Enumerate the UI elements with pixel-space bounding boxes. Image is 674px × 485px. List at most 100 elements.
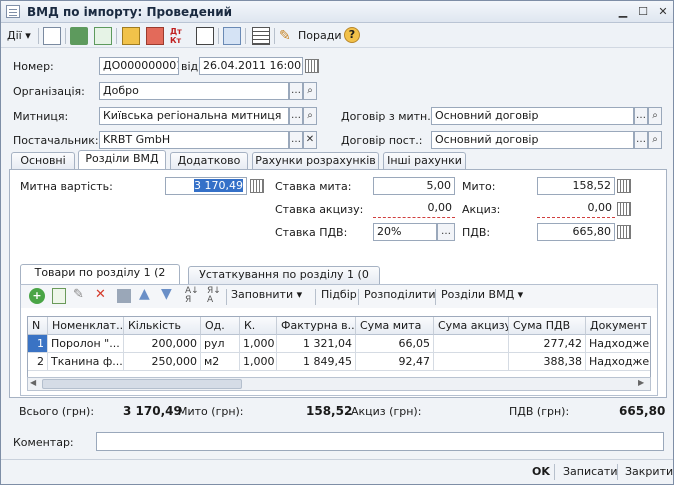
tab-other-accounts[interactable]: Інші рахунки — [383, 152, 466, 170]
duty-rate-label: Ставка мита: — [275, 180, 352, 193]
column-header[interactable]: Сума ПДВ — [509, 317, 586, 335]
cell: 66,05 — [356, 335, 434, 353]
excise-calculator-icon[interactable] — [617, 202, 631, 216]
debit-credit-icon[interactable]: Дт Кт — [170, 27, 188, 45]
close-button[interactable]: Закрити — [625, 465, 673, 478]
scroll-left-icon[interactable]: ◀ — [30, 378, 36, 387]
edit-row-icon[interactable]: ✎ — [73, 287, 84, 302]
column-header[interactable]: Документ ... — [586, 317, 650, 335]
copy-row-icon[interactable] — [52, 288, 66, 304]
maximize-icon[interactable]: ☐ — [635, 5, 651, 19]
sections-menu[interactable]: Розділи ВМД ▾ — [441, 288, 523, 301]
comment-field[interactable] — [96, 432, 664, 451]
customs-contract-search-icon[interactable]: ⌕ — [648, 107, 662, 125]
total-duty-value: 158,52 — [306, 404, 353, 418]
customs-value-calculator-icon[interactable] — [250, 179, 264, 193]
column-header[interactable]: N — [28, 317, 48, 335]
copy-document-icon[interactable] — [94, 27, 112, 45]
table-row[interactable]: 2 Тканина ф... 250,000 м2 1,000 1 849,45… — [28, 353, 650, 371]
scroll-thumb[interactable] — [42, 379, 242, 389]
duty-field[interactable]: 158,52 — [537, 177, 615, 195]
tab-sections[interactable]: Розділи ВМД — [78, 150, 166, 170]
tab-main[interactable]: Основні — [11, 152, 75, 170]
column-header[interactable]: Кількість — [124, 317, 201, 335]
select-button[interactable]: Підбір — [321, 288, 357, 301]
move-up-icon[interactable]: ▲ — [139, 286, 150, 302]
document-icon — [6, 5, 20, 18]
horizontal-scrollbar[interactable]: ◀ ▶ — [27, 377, 651, 391]
supplier-field[interactable]: KRBT GmbH — [99, 131, 289, 149]
customs-value-field[interactable]: 3 170,49 — [165, 177, 247, 195]
supplier-select-button[interactable]: … — [289, 131, 303, 149]
supplier-contract-field[interactable]: Основний договір — [431, 131, 634, 149]
delete-row-icon[interactable]: ✕ — [95, 287, 106, 302]
fill-menu[interactable]: Заповнити ▾ — [231, 288, 302, 301]
post-document-icon[interactable] — [122, 27, 140, 45]
structure-icon[interactable] — [223, 27, 241, 45]
customs-field[interactable]: Київська регіональна митниця — [99, 107, 289, 125]
separator — [435, 289, 436, 305]
unpost-document-icon[interactable] — [146, 27, 164, 45]
sections-panel: Митна вартість: 3 170,49 Ставка мита: 5,… — [9, 169, 667, 398]
scroll-right-icon[interactable]: ▶ — [638, 378, 644, 387]
excise-field[interactable]: 0,00 — [537, 200, 615, 218]
minimize-icon[interactable]: ▁ — [615, 5, 631, 19]
organization-search-icon[interactable]: ⌕ — [303, 82, 317, 100]
vat-calculator-icon[interactable] — [617, 225, 631, 239]
end-edit-icon[interactable] — [117, 289, 131, 303]
main-toolbar: Дії ▾ Дт Кт ✎ Поради ? — [1, 24, 673, 48]
customs-search-icon[interactable]: ⌕ — [303, 107, 317, 125]
customs-select-button[interactable]: … — [289, 107, 303, 125]
customs-contract-field[interactable]: Основний договір — [431, 107, 634, 125]
organization-select-button[interactable]: … — [289, 82, 303, 100]
actions-menu[interactable]: Дії ▾ — [7, 29, 31, 42]
column-header[interactable]: Номенклат... — [48, 317, 124, 335]
cell: Надходжен... — [586, 353, 650, 371]
save-button[interactable]: Записати — [563, 465, 617, 478]
supplier-clear-icon[interactable]: ✕ — [303, 131, 317, 149]
calendar-icon[interactable] — [305, 59, 319, 73]
sort-ascending-icon[interactable]: А↓ Я — [185, 287, 199, 305]
column-header[interactable]: Фактурна в... — [277, 317, 356, 335]
report-icon[interactable] — [196, 27, 214, 45]
help-icon[interactable]: ? — [344, 27, 360, 43]
duty-calculator-icon[interactable] — [617, 179, 631, 193]
tab-additional[interactable]: Додатково — [170, 152, 248, 170]
column-header[interactable]: Од. — [201, 317, 240, 335]
column-header[interactable]: Сума мита — [356, 317, 434, 335]
new-document-icon[interactable] — [43, 27, 61, 45]
vat-field[interactable]: 665,80 — [537, 223, 615, 241]
grid-toolbar: + ✎ ✕ ▲ ▼ А↓ Я Я↓ А Заповнити ▾ Підбір Роз… — [21, 285, 657, 308]
excise-rate-field[interactable]: 0,00 — [373, 200, 455, 218]
distribute-button[interactable]: Розподілити — [364, 288, 436, 301]
sort-descending-icon[interactable]: Я↓ А — [207, 287, 221, 305]
cell: Надходжен... — [586, 335, 650, 353]
move-down-icon[interactable]: ▼ — [161, 286, 172, 302]
close-icon[interactable]: ✕ — [655, 5, 671, 19]
vat-rate-field[interactable]: 20% — [373, 223, 437, 241]
organization-field[interactable]: Добро — [99, 82, 289, 100]
supplier-contract-select-button[interactable]: … — [634, 131, 648, 149]
tab-equipment[interactable]: Устаткування по розділу 1 (0 поз.) — [188, 266, 380, 297]
title-bar: ВМД по імпорту: Проведений ▁ ☐ ✕ — [1, 1, 673, 23]
excise-rate-label: Ставка акцизу: — [275, 203, 364, 216]
total-value: 3 170,49 — [123, 404, 182, 418]
column-header[interactable]: Сума акцизу — [434, 317, 509, 335]
number-field[interactable]: ДО000000001 — [99, 57, 179, 75]
column-header[interactable]: К. — [240, 317, 277, 335]
hints-button[interactable]: Поради — [298, 29, 341, 42]
date-field[interactable]: 26.04.2011 16:00:13 — [199, 57, 303, 75]
vat-rate-label: Ставка ПДВ: — [275, 226, 348, 239]
table-row[interactable]: 1 Поролон "... 200,000 рул 1,000 1 321,0… — [28, 335, 650, 353]
duty-rate-field[interactable]: 5,00 — [373, 177, 455, 195]
vat-rate-select-button[interactable]: … — [437, 223, 455, 241]
supplier-contract-search-icon[interactable]: ⌕ — [648, 131, 662, 149]
tab-goods[interactable]: Товари по розділу 1 (2 поз.) — [20, 264, 180, 295]
total-excise-label: Акциз (грн): — [351, 405, 422, 418]
add-row-icon[interactable]: + — [29, 288, 45, 304]
customs-contract-select-button[interactable]: … — [634, 107, 648, 125]
tab-settlement-accounts[interactable]: Рахунки розрахунків — [252, 152, 379, 170]
ok-button[interactable]: OK — [532, 465, 550, 478]
list-icon[interactable] — [252, 27, 270, 45]
refresh-icon[interactable] — [70, 27, 88, 45]
